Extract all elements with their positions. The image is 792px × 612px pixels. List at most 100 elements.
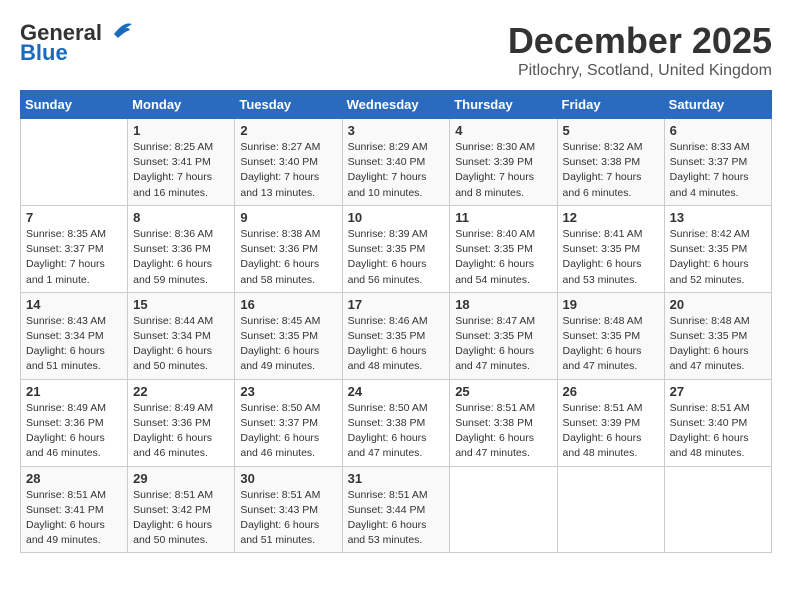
day-number: 27 — [670, 384, 766, 399]
calendar-cell — [450, 466, 557, 553]
calendar-cell: 21 Sunrise: 8:49 AMSunset: 3:36 PMDayligh… — [21, 379, 128, 466]
day-number: 25 — [455, 384, 551, 399]
calendar-cell — [21, 119, 128, 206]
calendar-cell — [557, 466, 664, 553]
day-info: Sunrise: 8:51 AMSunset: 3:40 PMDaylight:… — [670, 401, 766, 462]
day-info: Sunrise: 8:41 AMSunset: 3:35 PMDaylight:… — [563, 227, 659, 288]
day-number: 11 — [455, 210, 551, 225]
calendar-week-row: 28 Sunrise: 8:51 AMSunset: 3:41 PMDayligh… — [21, 466, 772, 553]
calendar-cell: 15Sunrise: 8:44 AMSunset: 3:34 PMDayligh… — [128, 292, 235, 379]
day-number: 9 — [240, 210, 336, 225]
day-number: 22 — [133, 384, 229, 399]
day-info: Sunrise: 8:38 AMSunset: 3:36 PMDaylight:… — [240, 227, 336, 288]
day-info: Sunrise: 8:25 AMSunset: 3:41 PMDaylight:… — [133, 140, 229, 201]
day-number: 21 — [26, 384, 122, 399]
calendar-header-row: SundayMondayTuesdayWednesdayThursdayFrid… — [21, 91, 772, 119]
day-number: 28 — [26, 471, 122, 486]
day-number: 8 — [133, 210, 229, 225]
day-info: Sunrise: 8:43 AMSunset: 3:34 PMDaylight:… — [26, 314, 122, 375]
title-area: December 2025 Pitlochry, Scotland, Unite… — [508, 20, 772, 80]
calendar-cell: 22Sunrise: 8:49 AMSunset: 3:36 PMDayligh… — [128, 379, 235, 466]
day-info: Sunrise: 8:30 AMSunset: 3:39 PMDaylight:… — [455, 140, 551, 201]
day-info: Sunrise: 8:42 AMSunset: 3:35 PMDaylight:… — [670, 227, 766, 288]
day-number: 2 — [240, 123, 336, 138]
calendar-cell: 3 Sunrise: 8:29 AMSunset: 3:40 PMDaylight… — [342, 119, 450, 206]
day-number: 1 — [133, 123, 229, 138]
day-number: 6 — [670, 123, 766, 138]
calendar-cell: 13 Sunrise: 8:42 AMSunset: 3:35 PMDayligh… — [664, 205, 771, 292]
day-info: Sunrise: 8:51 AMSunset: 3:44 PMDaylight:… — [348, 488, 445, 549]
calendar-cell: 18 Sunrise: 8:47 AMSunset: 3:35 PMDayligh… — [450, 292, 557, 379]
column-header-saturday: Saturday — [664, 91, 771, 119]
column-header-tuesday: Tuesday — [235, 91, 342, 119]
calendar-cell: 27 Sunrise: 8:51 AMSunset: 3:40 PMDayligh… — [664, 379, 771, 466]
calendar-cell: 30 Sunrise: 8:51 AMSunset: 3:43 PMDayligh… — [235, 466, 342, 553]
day-info: Sunrise: 8:29 AMSunset: 3:40 PMDaylight:… — [348, 140, 445, 201]
day-number: 13 — [670, 210, 766, 225]
calendar-cell: 2Sunrise: 8:27 AMSunset: 3:40 PMDaylight… — [235, 119, 342, 206]
calendar-week-row: 14 Sunrise: 8:43 AMSunset: 3:34 PMDayligh… — [21, 292, 772, 379]
day-number: 15 — [133, 297, 229, 312]
day-number: 31 — [348, 471, 445, 486]
day-info: Sunrise: 8:50 AMSunset: 3:37 PMDaylight:… — [240, 401, 336, 462]
day-info: Sunrise: 8:39 AMSunset: 3:35 PMDaylight:… — [348, 227, 445, 288]
calendar-cell: 9 Sunrise: 8:38 AMSunset: 3:36 PMDaylight… — [235, 205, 342, 292]
day-info: Sunrise: 8:40 AMSunset: 3:35 PMDaylight:… — [455, 227, 551, 288]
day-info: Sunrise: 8:45 AMSunset: 3:35 PMDaylight:… — [240, 314, 336, 375]
day-number: 14 — [26, 297, 122, 312]
calendar-cell: 12Sunrise: 8:41 AMSunset: 3:35 PMDayligh… — [557, 205, 664, 292]
day-info: Sunrise: 8:50 AMSunset: 3:38 PMDaylight:… — [348, 401, 445, 462]
header: General Blue December 2025 Pitlochry, Sc… — [20, 20, 772, 80]
day-number: 30 — [240, 471, 336, 486]
calendar-cell: 1 Sunrise: 8:25 AMSunset: 3:41 PMDaylight… — [128, 119, 235, 206]
day-info: Sunrise: 8:32 AMSunset: 3:38 PMDaylight:… — [563, 140, 659, 201]
day-info: Sunrise: 8:46 AMSunset: 3:35 PMDaylight:… — [348, 314, 445, 375]
column-header-friday: Friday — [557, 91, 664, 119]
day-number: 26 — [563, 384, 659, 399]
day-number: 4 — [455, 123, 551, 138]
day-info: Sunrise: 8:33 AMSunset: 3:37 PMDaylight:… — [670, 140, 766, 201]
calendar-cell: 8 Sunrise: 8:36 AMSunset: 3:36 PMDaylight… — [128, 205, 235, 292]
calendar-week-row: 1 Sunrise: 8:25 AMSunset: 3:41 PMDaylight… — [21, 119, 772, 206]
day-info: Sunrise: 8:48 AMSunset: 3:35 PMDaylight:… — [563, 314, 659, 375]
calendar-cell: 4 Sunrise: 8:30 AMSunset: 3:39 PMDaylight… — [450, 119, 557, 206]
day-number: 19 — [563, 297, 659, 312]
day-info: Sunrise: 8:35 AMSunset: 3:37 PMDaylight:… — [26, 227, 122, 288]
calendar-cell: 29 Sunrise: 8:51 AMSunset: 3:42 PMDayligh… — [128, 466, 235, 553]
column-header-sunday: Sunday — [21, 91, 128, 119]
month-title: December 2025 — [508, 20, 772, 62]
calendar-body: 1 Sunrise: 8:25 AMSunset: 3:41 PMDaylight… — [21, 119, 772, 553]
calendar-cell: 14 Sunrise: 8:43 AMSunset: 3:34 PMDayligh… — [21, 292, 128, 379]
day-info: Sunrise: 8:51 AMSunset: 3:42 PMDaylight:… — [133, 488, 229, 549]
day-info: Sunrise: 8:51 AMSunset: 3:41 PMDaylight:… — [26, 488, 122, 549]
day-number: 18 — [455, 297, 551, 312]
day-number: 10 — [348, 210, 445, 225]
calendar-cell: 25Sunrise: 8:51 AMSunset: 3:38 PMDayligh… — [450, 379, 557, 466]
day-info: Sunrise: 8:49 AMSunset: 3:36 PMDaylight:… — [26, 401, 122, 462]
day-number: 3 — [348, 123, 445, 138]
day-number: 17 — [348, 297, 445, 312]
day-number: 29 — [133, 471, 229, 486]
calendar-cell: 19 Sunrise: 8:48 AMSunset: 3:35 PMDayligh… — [557, 292, 664, 379]
calendar-cell: 11 Sunrise: 8:40 AMSunset: 3:35 PMDayligh… — [450, 205, 557, 292]
column-header-thursday: Thursday — [450, 91, 557, 119]
day-info: Sunrise: 8:51 AMSunset: 3:39 PMDaylight:… — [563, 401, 659, 462]
logo-bird-icon — [104, 16, 134, 46]
calendar-cell — [664, 466, 771, 553]
day-info: Sunrise: 8:48 AMSunset: 3:35 PMDaylight:… — [670, 314, 766, 375]
day-number: 16 — [240, 297, 336, 312]
calendar-cell: 10 Sunrise: 8:39 AMSunset: 3:35 PMDayligh… — [342, 205, 450, 292]
day-number: 7 — [26, 210, 122, 225]
calendar-cell: 16 Sunrise: 8:45 AMSunset: 3:35 PMDayligh… — [235, 292, 342, 379]
column-header-monday: Monday — [128, 91, 235, 119]
day-info: Sunrise: 8:36 AMSunset: 3:36 PMDaylight:… — [133, 227, 229, 288]
calendar-cell: 6 Sunrise: 8:33 AMSunset: 3:37 PMDaylight… — [664, 119, 771, 206]
calendar-cell: 7 Sunrise: 8:35 AMSunset: 3:37 PMDaylight… — [21, 205, 128, 292]
logo: General Blue — [20, 20, 134, 66]
calendar-cell: 23Sunrise: 8:50 AMSunset: 3:37 PMDayligh… — [235, 379, 342, 466]
day-info: Sunrise: 8:47 AMSunset: 3:35 PMDaylight:… — [455, 314, 551, 375]
calendar-cell: 24Sunrise: 8:50 AMSunset: 3:38 PMDayligh… — [342, 379, 450, 466]
calendar-week-row: 7 Sunrise: 8:35 AMSunset: 3:37 PMDaylight… — [21, 205, 772, 292]
column-header-wednesday: Wednesday — [342, 91, 450, 119]
day-info: Sunrise: 8:51 AMSunset: 3:43 PMDaylight:… — [240, 488, 336, 549]
